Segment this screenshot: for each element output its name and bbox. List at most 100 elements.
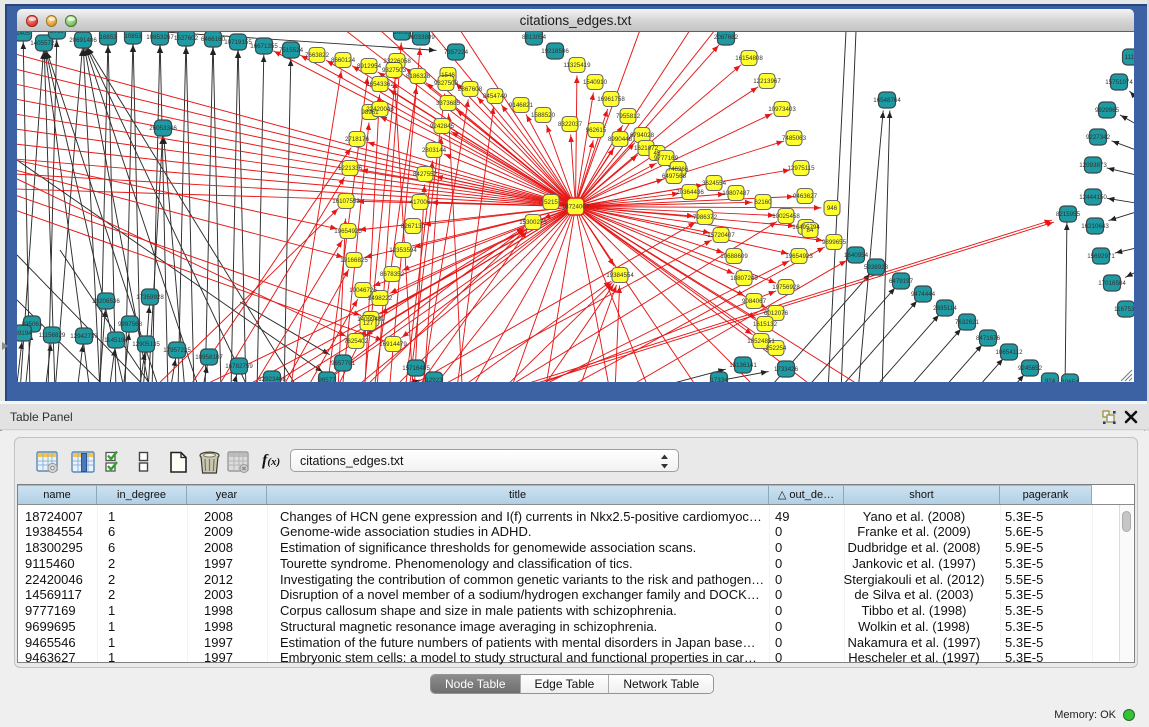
svg-text:8215955: 8215955 <box>1056 211 1081 218</box>
svg-text:15300275: 15300275 <box>519 219 547 226</box>
svg-text:1527602: 1527602 <box>174 35 199 42</box>
svg-text:12444150: 12444150 <box>1079 194 1107 201</box>
svg-text:2935114: 2935114 <box>933 305 957 312</box>
svg-text:16210643: 16210643 <box>1081 223 1109 230</box>
svg-text:7663822: 7663822 <box>305 52 330 59</box>
svg-text:8454749: 8454749 <box>483 93 508 100</box>
svg-text:8912954: 8912954 <box>357 63 382 70</box>
svg-text:2803144: 2803144 <box>422 147 447 154</box>
svg-text:16543362: 16543362 <box>366 81 394 88</box>
svg-text:962615: 962615 <box>586 127 607 134</box>
svg-text:10719155: 10719155 <box>224 39 252 46</box>
svg-text:22420046: 22420046 <box>366 106 394 113</box>
svg-text:10654: 10654 <box>1061 379 1079 382</box>
svg-text:19218506: 19218506 <box>541 48 569 55</box>
svg-text:20364436: 20364436 <box>676 189 704 196</box>
svg-text:9899655: 9899655 <box>822 239 847 246</box>
svg-text:1546: 1546 <box>441 72 455 79</box>
svg-text:19384554: 19384554 <box>606 272 634 279</box>
svg-text:9777169: 9777169 <box>654 155 679 162</box>
svg-text:17957225: 17957225 <box>163 347 191 354</box>
svg-text:3498222: 3498222 <box>368 295 393 302</box>
svg-text:16548764: 16548764 <box>873 97 901 104</box>
svg-text:10973403: 10973403 <box>768 106 796 113</box>
svg-text:9227342: 9227342 <box>1086 134 1111 141</box>
svg-text:26053346: 26053346 <box>149 125 177 132</box>
svg-text:1733426: 1733426 <box>774 366 799 373</box>
svg-text:16914479: 16914479 <box>379 341 407 348</box>
svg-text:15692971: 15692971 <box>1087 253 1115 260</box>
svg-text:1117: 1117 <box>1125 54 1134 61</box>
svg-text:11325419: 11325419 <box>563 62 591 69</box>
svg-text:1145194: 1145194 <box>104 337 128 344</box>
svg-text:18524851: 18524851 <box>747 338 775 345</box>
svg-text:9084067: 9084067 <box>742 298 767 305</box>
svg-text:8678352: 8678352 <box>380 271 405 278</box>
svg-text:1167533: 1167533 <box>1114 306 1134 313</box>
svg-text:10025458: 10025458 <box>772 213 800 220</box>
svg-text:10688609: 10688609 <box>720 253 748 260</box>
svg-text:15751074: 15751074 <box>1105 79 1133 86</box>
svg-text:1640954: 1640954 <box>844 252 869 259</box>
svg-text:9929965: 9929965 <box>1095 107 1120 114</box>
svg-text:7485063: 7485063 <box>782 135 807 142</box>
svg-text:3373685: 3373685 <box>436 100 461 107</box>
svg-text:2087682: 2087682 <box>714 34 739 41</box>
svg-text:9146821: 9146821 <box>509 102 534 109</box>
svg-text:10853: 10853 <box>124 33 142 40</box>
svg-text:18807249: 18807249 <box>730 275 758 282</box>
svg-text:9463627: 9463627 <box>793 193 818 200</box>
svg-text:946: 946 <box>827 205 838 212</box>
svg-text:96577: 96577 <box>318 377 336 382</box>
svg-text:3624554: 3624554 <box>702 180 727 187</box>
svg-text:252254: 252254 <box>766 345 787 352</box>
svg-text:12905135: 12905135 <box>132 341 160 348</box>
svg-text:8813054: 8813054 <box>522 34 547 41</box>
svg-text:10654112: 10654112 <box>995 349 1023 356</box>
svg-text:6497568: 6497568 <box>662 173 687 180</box>
svg-text:10046726: 10046726 <box>349 287 377 294</box>
svg-text:12923: 12923 <box>425 377 443 382</box>
svg-text:9327503: 9327503 <box>382 67 407 74</box>
svg-text:15716485: 15716485 <box>402 365 430 372</box>
svg-text:16782759: 16782759 <box>225 363 253 370</box>
svg-text:16671355: 16671355 <box>250 43 278 50</box>
svg-text:7955812: 7955812 <box>616 113 641 120</box>
svg-text:16961758: 16961758 <box>597 96 625 103</box>
svg-text:7515524: 7515524 <box>279 47 304 54</box>
svg-text:7357224: 7357224 <box>444 49 469 56</box>
svg-text:1588520: 1588520 <box>531 112 556 119</box>
svg-text:19654923: 19654923 <box>785 253 813 260</box>
svg-text:6479197: 6479197 <box>889 278 914 285</box>
svg-text:9245652: 9245652 <box>1018 365 1043 372</box>
svg-text:39194: 39194 <box>17 330 32 337</box>
svg-text:10807487: 10807487 <box>722 190 750 197</box>
svg-text:15136141: 15136141 <box>729 362 757 369</box>
svg-text:12942737: 12942737 <box>70 333 98 340</box>
svg-text:16154808: 16154808 <box>735 55 763 62</box>
svg-text:8322037: 8322037 <box>558 121 583 128</box>
svg-text:924: 924 <box>1045 378 1056 382</box>
svg-text:16853: 16853 <box>99 34 117 41</box>
svg-text:62160: 62160 <box>754 199 772 206</box>
svg-text:12093873: 12093873 <box>1079 162 1107 169</box>
svg-text:1540910: 1540910 <box>583 79 608 86</box>
svg-text:8427552: 8427552 <box>413 171 438 178</box>
svg-text:417006: 417006 <box>410 199 431 206</box>
svg-text:17016504: 17016504 <box>1098 280 1126 287</box>
svg-text:2867608: 2867608 <box>458 86 483 93</box>
svg-text:12213967: 12213967 <box>753 78 781 85</box>
svg-text:7986372: 7986372 <box>693 214 718 221</box>
svg-text:20206536: 20206536 <box>92 298 120 305</box>
svg-text:10958107: 10958107 <box>195 354 223 361</box>
svg-text:7632621: 7632621 <box>955 319 980 326</box>
svg-text:835061: 835061 <box>22 321 43 328</box>
svg-text:5215: 5215 <box>544 199 558 206</box>
svg-text:12975115: 12975115 <box>787 165 815 172</box>
svg-text:18724007: 18724007 <box>562 204 590 211</box>
svg-text:8186328: 8186328 <box>406 73 431 80</box>
svg-text:1615132: 1615132 <box>753 321 778 328</box>
svg-text:17359928: 17359928 <box>136 294 164 301</box>
svg-text:7625402: 7625402 <box>344 338 369 345</box>
svg-text:6794028: 6794028 <box>630 132 655 139</box>
